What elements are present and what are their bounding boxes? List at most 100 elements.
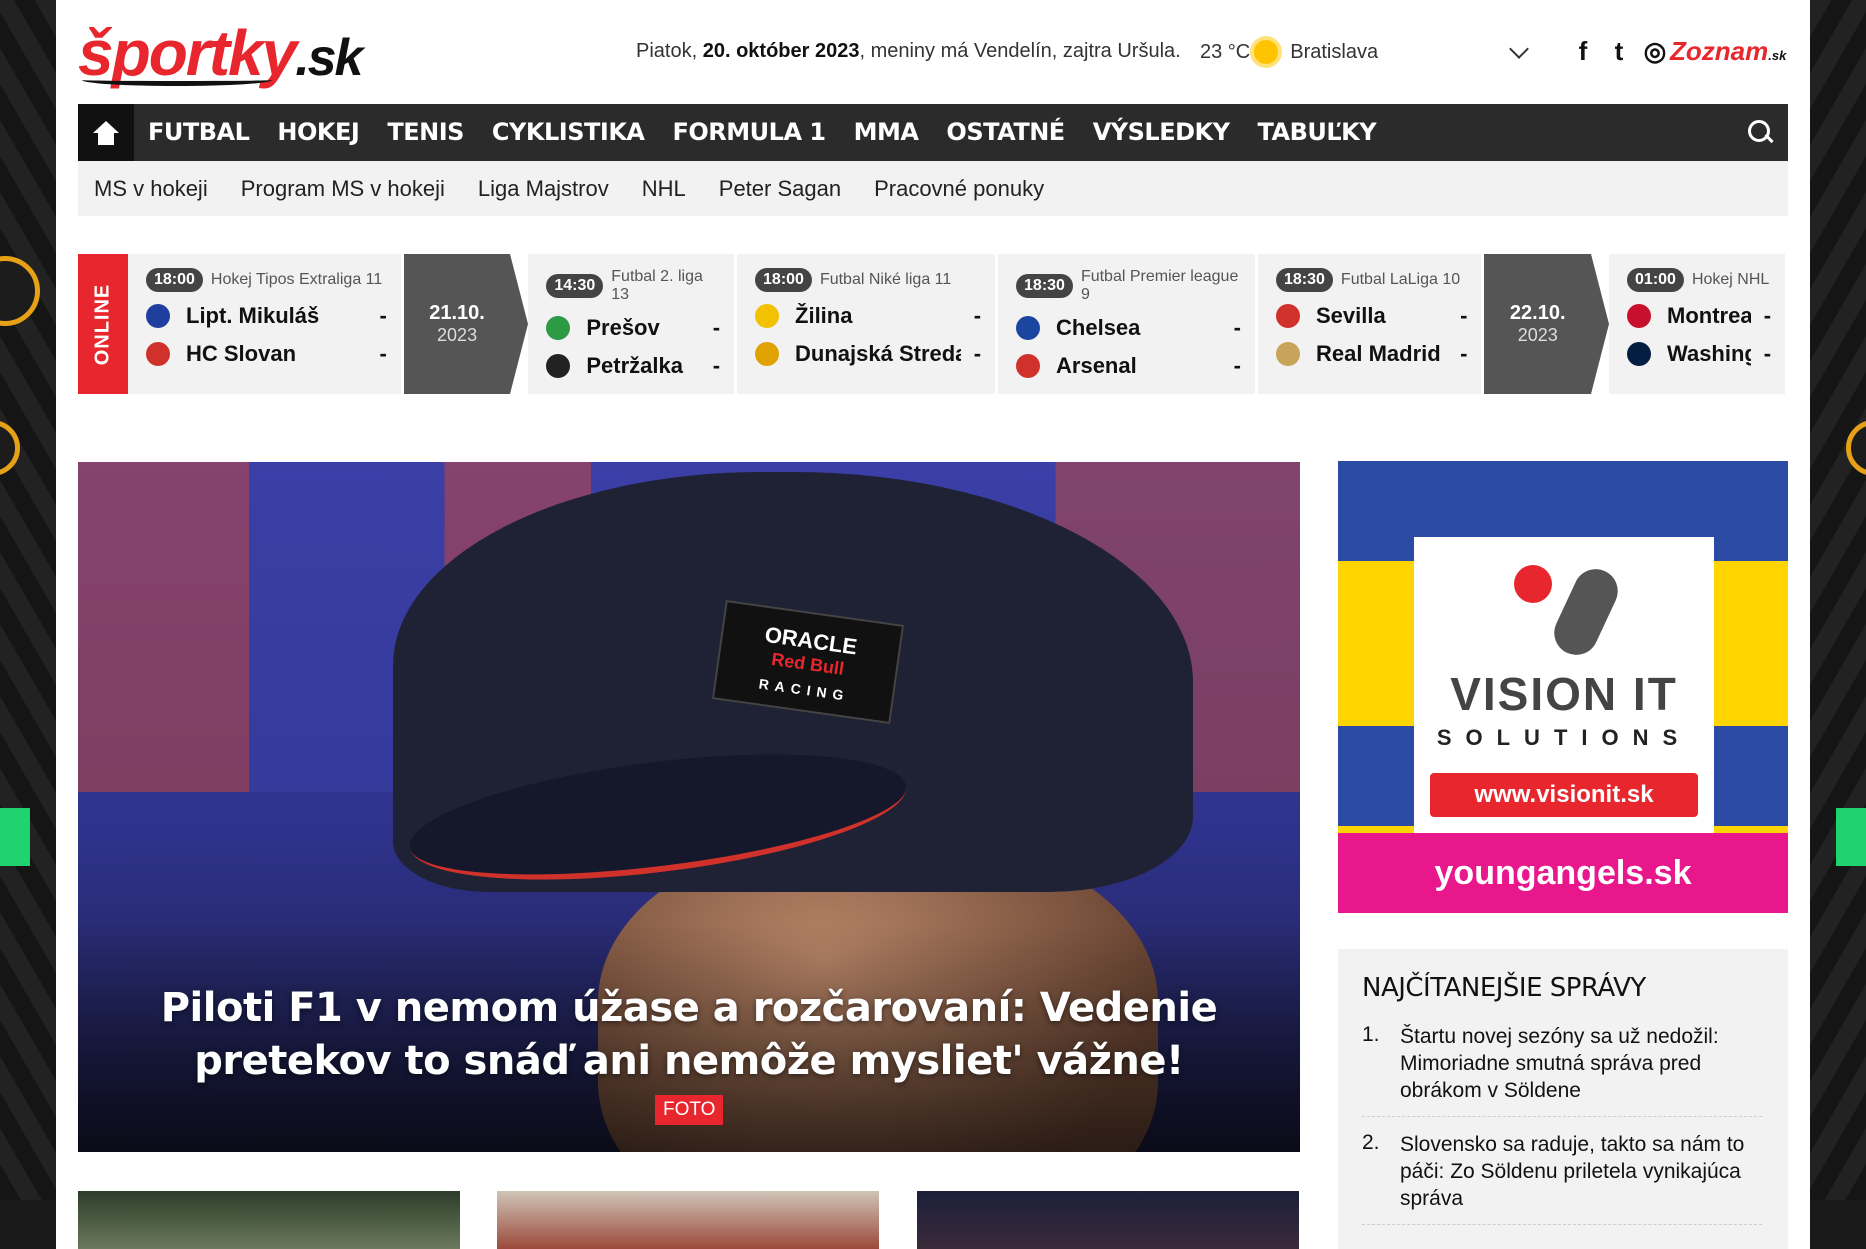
divider-year: 2023 (437, 325, 478, 345)
most-read-item[interactable]: 2. Slovensko sa raduje, takto sa nám to p… (1362, 1131, 1762, 1225)
match-header: 18:00 Hokej Tipos Extraliga 11 (146, 268, 387, 292)
hero-article[interactable]: ORACLE Red Bull RACING Piloti F1 v nemom ú… (78, 462, 1300, 1152)
nav-item-8[interactable]: TABUĽKY (1244, 104, 1391, 161)
team-name: Sevilla (1316, 303, 1386, 328)
team-crest-icon (1276, 342, 1300, 366)
hero-title[interactable]: Piloti F1 v nemom úžase a rozčarovaní: V… (118, 982, 1260, 1088)
page: športky.sk Piatok, 20. október 2023, men… (56, 0, 1810, 1249)
temperature: 23 °C (1200, 40, 1251, 63)
subnav-item-2[interactable]: Liga Majstrov (478, 176, 609, 202)
team-name: Arsenal (1056, 353, 1137, 378)
match-card[interactable]: 18:00 Futbal Niké liga 11 Žilina - Dunajská … (737, 254, 996, 394)
social-links: f t ◎ (1570, 36, 1668, 67)
team-name: Real Madrid (1316, 341, 1441, 366)
team-score: - (1460, 303, 1468, 328)
match-header: 18:30 Futbal LaLiga 10 (1276, 268, 1467, 292)
team-crest-icon (755, 342, 780, 366)
team-crest-icon (146, 304, 170, 328)
subnav-item-0[interactable]: MS v hokeji (94, 176, 208, 202)
team-name: Dunajská Streda (795, 341, 962, 366)
article-thumbnail[interactable] (78, 1191, 460, 1249)
most-read-headline[interactable]: Štartu novej sezóny sa už nedožil: Mimor… (1400, 1023, 1762, 1104)
team-row: Washington- (1627, 340, 1771, 368)
nav-item-6[interactable]: OSTATNÉ (932, 104, 1078, 161)
match-time: 14:30 (546, 274, 604, 298)
match-card[interactable]: 18:30 Futbal Premier league 9 Chelsea - Arse… (998, 254, 1255, 394)
match-card[interactable]: 14:30 Futbal 2. liga 13 Prešov - Petržalka - (528, 254, 735, 394)
match-header: 14:30 Futbal 2. liga 13 (546, 268, 720, 304)
home-button[interactable] (78, 104, 134, 170)
facebook-icon[interactable]: f (1570, 36, 1596, 67)
most-read-list: 1. Štartu novej sezóny sa už nedožil: Mim… (1362, 1023, 1764, 1225)
weather-widget[interactable]: 23 °C Bratislava (1200, 40, 1378, 64)
divider-date: 21.10. (429, 302, 485, 324)
team-score: - (973, 303, 982, 328)
right-ad-skin[interactable] (1810, 0, 1866, 1200)
team-row: Dunajská Streda - (755, 340, 981, 368)
most-read-item[interactable]: 1. Štartu novej sezóny sa už nedožil: Mim… (1362, 1023, 1762, 1117)
team-row: Lipt. Mikuláš - (146, 302, 387, 330)
team-score: - (712, 353, 721, 378)
match-header: 18:30 Futbal Premier league 9 (1016, 268, 1241, 304)
match-time: 18:00 (146, 268, 203, 292)
match-league: Futbal Premier league 9 (1080, 268, 1239, 303)
subnav-item-4[interactable]: Peter Sagan (719, 176, 841, 202)
match-league: Hokej Tipos Extraliga 11 (210, 271, 383, 288)
team-row: Petržalka - (546, 352, 720, 380)
team-crest-icon (1627, 342, 1652, 366)
subnav-item-5[interactable]: Pracovné ponuky (874, 176, 1044, 202)
side-ad-coin (1846, 420, 1866, 476)
article-thumbnail[interactable] (497, 1191, 879, 1249)
nav-item-7[interactable]: VÝSLEDKY (1079, 104, 1244, 161)
ad-card: VISION IT SOLUTIONS www.visionit.sk (1414, 537, 1714, 837)
team-name: Žilina (795, 303, 853, 328)
team-crest-icon (546, 316, 571, 340)
nav-item-2[interactable]: TENIS (373, 104, 478, 161)
most-read-headline[interactable]: Slovensko sa raduje, takto sa nám to páč… (1400, 1131, 1762, 1212)
left-ad-skin[interactable] (0, 0, 56, 1200)
nav-item-4[interactable]: FORMULA 1 (659, 104, 840, 161)
twitter-icon[interactable]: t (1606, 36, 1632, 67)
nav-item-0[interactable]: FUTBAL (134, 104, 263, 161)
match-league: Hokej NHL (1691, 271, 1770, 288)
team-name: Prešov (586, 315, 660, 340)
team-score: - (379, 303, 387, 328)
nav-item-5[interactable]: MMA (840, 104, 933, 161)
match-time: 18:30 (1016, 274, 1073, 298)
sidebar-ad[interactable]: VISION IT SOLUTIONS www.visionit.sk youn… (1338, 461, 1788, 913)
instagram-icon[interactable]: ◎ (1642, 36, 1668, 67)
match-card[interactable]: 01:00Hokej NHLMontreal-Washington- (1609, 254, 1786, 394)
team-crest-icon (1627, 304, 1652, 328)
team-name: Washington (1667, 341, 1751, 366)
article-thumbnail[interactable] (917, 1191, 1299, 1249)
match-league: Futbal Niké liga 11 (819, 271, 952, 288)
team-name: Chelsea (1056, 315, 1141, 340)
subnav-item-3[interactable]: NHL (642, 176, 686, 202)
nav-item-3[interactable]: CYKLISTIKA (478, 104, 659, 161)
team-score: - (1233, 315, 1241, 340)
sub-nav: MS v hokeji Program MS v hokeji Liga Majst… (78, 161, 1788, 216)
ad-logo-dot (1514, 565, 1552, 603)
match-card[interactable]: 18:30 Futbal LaLiga 10 Sevilla - Real Madrid… (1258, 254, 1482, 394)
team-score: - (1233, 353, 1241, 378)
team-row: Real Madrid - (1276, 340, 1467, 368)
chevron-down-icon[interactable] (1509, 39, 1529, 59)
team-row: Žilina - (755, 302, 981, 330)
subnav-item-1[interactable]: Program MS v hokeji (241, 176, 445, 202)
team-row: Sevilla - (1276, 302, 1467, 330)
zoznam-logo[interactable]: Zoznam.sk (1670, 36, 1786, 67)
match-card[interactable]: 18:00 Hokej Tipos Extraliga 11 Lipt. Mikul… (128, 254, 401, 394)
main-nav: FUTBAL HOKEJ TENIS CYKLISTIKA FORMULA 1 MMA OS… (78, 104, 1788, 170)
ad-url-button[interactable]: www.visionit.sk (1430, 773, 1698, 817)
nav-item-1[interactable]: HOKEJ (263, 104, 373, 161)
most-read-rank: 2. (1362, 1131, 1380, 1154)
team-crest-icon (1016, 316, 1041, 340)
side-ad-green-tab (0, 808, 30, 866)
team-score: - (1763, 341, 1772, 366)
team-score: - (1763, 303, 1772, 328)
divider-date: 22.10. (1509, 302, 1566, 324)
search-icon[interactable] (1746, 118, 1774, 146)
team-row: Prešov - (546, 314, 720, 342)
match-time: 01:00 (1627, 268, 1684, 292)
date-nameday: Piatok, 20. október 2023, meniny má Vend… (636, 40, 1181, 62)
